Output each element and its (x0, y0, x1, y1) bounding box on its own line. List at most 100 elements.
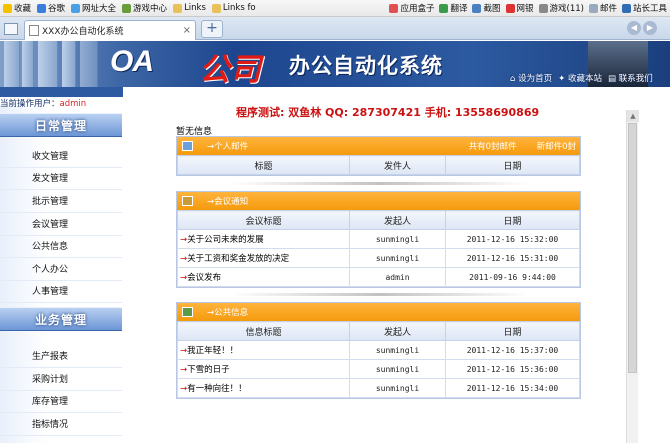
bank-button[interactable]: 网银 (505, 2, 534, 14)
mail-icon (588, 3, 598, 13)
tools-icon (621, 3, 631, 13)
sidebar-item-hr[interactable]: 人事管理 (0, 281, 122, 303)
table-row: →会议发布 admin 2011-09-16 9:44:00 (177, 267, 580, 287)
bookmark-games[interactable]: 游戏中心 (122, 2, 167, 14)
apps-icon (389, 3, 399, 13)
sidebar-item-meetings[interactable]: 会议管理 (0, 214, 122, 236)
section-business-management[interactable]: 业务管理 (0, 307, 122, 331)
public-info-link[interactable]: →我正年轻！！ (177, 340, 350, 360)
screenshot-button[interactable]: 截图 (472, 2, 501, 14)
table-row: →关于工资和奖金发放的决定 sunmingli 2011-12-16 15:31… (177, 248, 580, 268)
bookmark-favorites[interactable]: 收藏 (3, 2, 31, 14)
app-box-button[interactable]: 应用盒子 (389, 2, 434, 14)
translate-icon (439, 3, 449, 13)
game-icon (538, 3, 548, 13)
new-tab-button[interactable]: + (201, 20, 223, 38)
meeting-panel: →会议通知 会议标题 发起人 日期 →关于公司未来的发展 sunmingli 2… (176, 191, 581, 288)
current-user: 当前操作用户：admin (0, 99, 87, 109)
column-header: 日期 (445, 210, 580, 230)
bookmark-links[interactable]: Links (173, 3, 206, 13)
webmaster-tools-button[interactable]: 站长工具 (621, 2, 667, 14)
mail-icon (182, 141, 193, 151)
table-row: →下雪的日子 sunmingli 2011-12-16 15:36:00 (177, 359, 580, 379)
public-info-panel-header: →公共信息 (177, 303, 580, 321)
column-header: 标题 (177, 155, 350, 175)
mail-total: 共有0封邮件 (468, 142, 517, 152)
folder-icon (173, 3, 183, 13)
table-row: →关于公司未来的发展 sunmingli 2011-12-16 15:32:00 (177, 229, 580, 249)
section-daily-management[interactable]: 日常管理 (0, 113, 122, 137)
meeting-link[interactable]: →关于工资和奖金发放的决定 (177, 248, 350, 268)
public-info-panel-title[interactable]: →公共信息 (207, 306, 248, 318)
globe-icon (71, 3, 81, 13)
sidebar-item-instructions[interactable]: 批示管理 (0, 191, 122, 213)
logo-company: 公司 (199, 52, 261, 87)
tab-list-icon[interactable] (4, 23, 18, 35)
sidebar-item-personal-office[interactable]: 个人办公 (0, 259, 122, 281)
close-tab-icon[interactable]: × (183, 25, 191, 36)
sidebar-item-inventory[interactable]: 库存管理 (0, 391, 122, 413)
gamepad-icon (122, 3, 132, 13)
google-icon (37, 3, 47, 13)
bookmarks-bar: 收藏 谷歌 网址大全 游戏中心 Links Links fo 应用盒子 翻译 截… (0, 0, 670, 17)
bookmark-google[interactable]: 谷歌 (37, 2, 65, 14)
mail-new-count: 新邮件0封 (536, 142, 576, 152)
mail-panel: →个人邮件 共有0封邮件 新邮件0封 标题 发件人 日期 (176, 136, 581, 176)
column-header: 日期 (445, 321, 580, 341)
logo-oa: OA (110, 45, 154, 78)
picture-icon (182, 307, 193, 317)
meeting-panel-header: →会议通知 (177, 192, 580, 210)
sidebar: 日常管理 收文管理 发文管理 批示管理 会议管理 公共信息 个人办公 人事管理 … (0, 105, 122, 443)
scroll-up-icon[interactable]: ▲ (627, 110, 639, 122)
column-header: 会议标题 (177, 210, 350, 230)
meeting-table: 会议标题 发起人 日期 →关于公司未来的发展 sunmingli 2011-12… (177, 210, 580, 287)
mail-panel-header: →个人邮件 共有0封邮件 新邮件0封 (177, 137, 580, 155)
sidebar-item-incoming-docs[interactable]: 收文管理 (0, 146, 122, 168)
chevron-left-icon[interactable]: ◀ (627, 21, 641, 35)
column-header: 发起人 (349, 321, 446, 341)
vertical-scrollbar[interactable]: ▲ (626, 110, 639, 443)
sidebar-item-outgoing-docs[interactable]: 发文管理 (0, 168, 122, 190)
tab-title: XXX办公自动化系统 (42, 27, 124, 37)
chevron-right-icon[interactable]: ▶ (643, 21, 657, 35)
bookmark-sites[interactable]: 网址大全 (71, 2, 116, 14)
games-count-button[interactable]: 游戏(11) (538, 2, 584, 14)
public-info-table: 信息标题 发起人 日期 →我正年轻！！ sunmingli 2011-12-16… (177, 321, 580, 398)
column-header: 发起人 (349, 210, 446, 230)
set-homepage-link[interactable]: ⌂ 设为首页 (510, 72, 552, 84)
mail-panel-title[interactable]: →个人邮件 (207, 140, 248, 152)
bookmark-site-link[interactable]: ✦ 收藏本站 (558, 72, 602, 84)
table-row: →有一种向往！！ sunmingli 2011-12-16 15:34:00 (177, 378, 580, 398)
meeting-icon (182, 196, 193, 206)
sidebar-item-production-report[interactable]: 生产报表 (0, 346, 122, 368)
developer-info: 程序测试: 双鱼林 QQ: 287307421 手机: 13558690869 (236, 106, 540, 119)
meeting-link[interactable]: →会议发布 (177, 267, 350, 287)
public-info-link[interactable]: →下雪的日子 (177, 359, 350, 379)
mail-button[interactable]: 邮件 (588, 2, 617, 14)
translate-button[interactable]: 翻译 (439, 2, 467, 14)
folder-icon (211, 3, 221, 13)
sidebar-item-indicators[interactable]: 指标情况 (0, 414, 122, 436)
page-icon (29, 25, 39, 36)
public-info-link[interactable]: →有一种向往！！ (177, 378, 350, 398)
tab-active[interactable]: XXX办公自动化系统 × (24, 20, 196, 40)
sidebar-item-public-info[interactable]: 公共信息 (0, 236, 122, 258)
bank-icon (505, 3, 515, 13)
scroll-thumb[interactable] (628, 123, 637, 373)
public-info-panel: →公共信息 信息标题 发起人 日期 →我正年轻！！ sunmingli 2011… (176, 302, 581, 399)
column-header: 日期 (445, 155, 580, 175)
bookmark-links-fo[interactable]: Links fo (211, 3, 256, 13)
meeting-link[interactable]: →关于公司未来的发展 (177, 229, 350, 249)
star-icon (3, 3, 12, 13)
sidebar-item-purchase-plan[interactable]: 采购计划 (0, 369, 122, 391)
scissors-icon (472, 3, 482, 13)
mail-table: 标题 发件人 日期 (177, 155, 580, 175)
column-header: 发件人 (349, 155, 446, 175)
system-title: 办公自动化系统 (289, 54, 443, 78)
column-header: 信息标题 (177, 321, 350, 341)
tab-bar: XXX办公自动化系统 × + ◀ ▶ (0, 17, 670, 40)
meeting-panel-title[interactable]: →会议通知 (207, 195, 248, 207)
contact-us-link[interactable]: ▤ 联系我们 (608, 72, 653, 84)
header-links: ⌂ 设为首页 ✦ 收藏本站 ▤ 联系我们 (510, 72, 653, 84)
table-row: →我正年轻！！ sunmingli 2011-12-16 15:37:00 (177, 340, 580, 360)
